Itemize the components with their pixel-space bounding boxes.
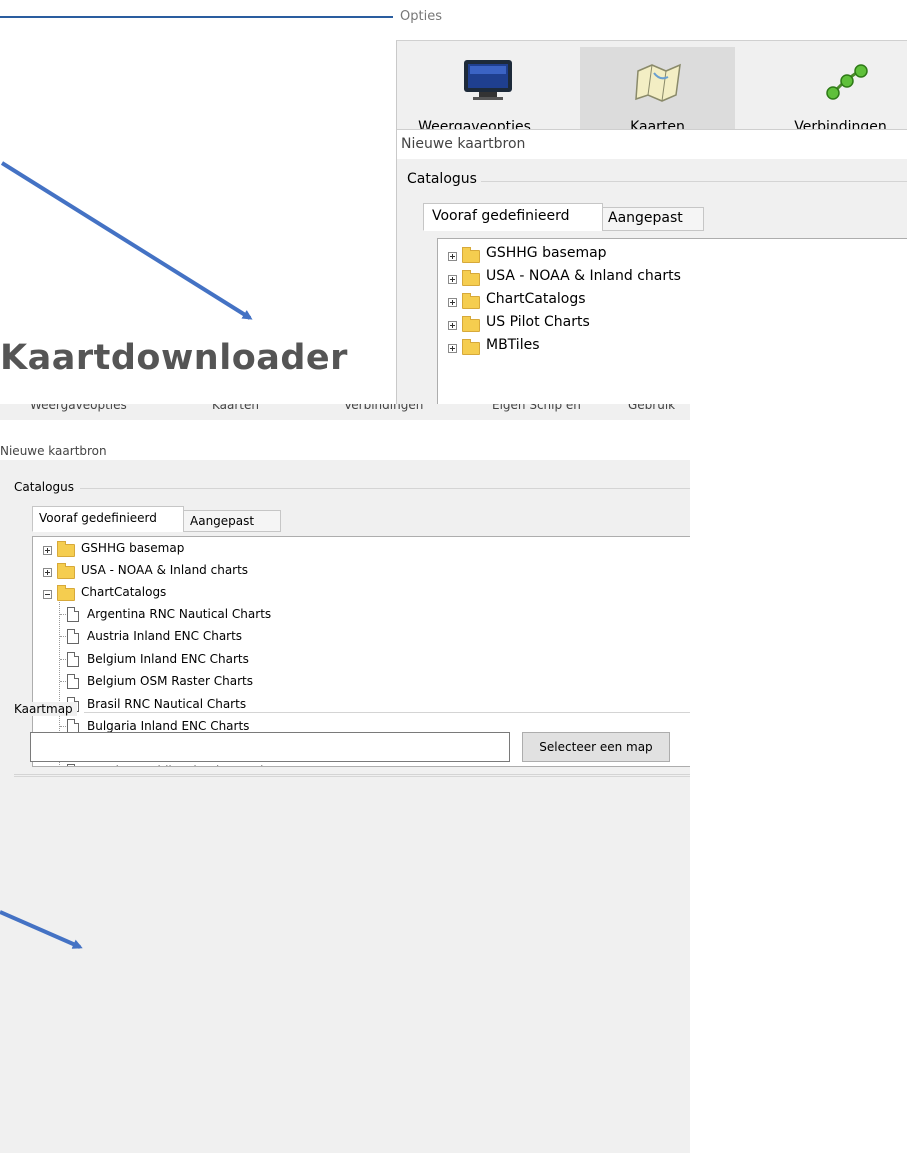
arrow-to-charts-tab — [0, 161, 253, 320]
arrow-to-netherlands-osm — [0, 910, 83, 949]
annotation-arrows — [0, 161, 253, 949]
